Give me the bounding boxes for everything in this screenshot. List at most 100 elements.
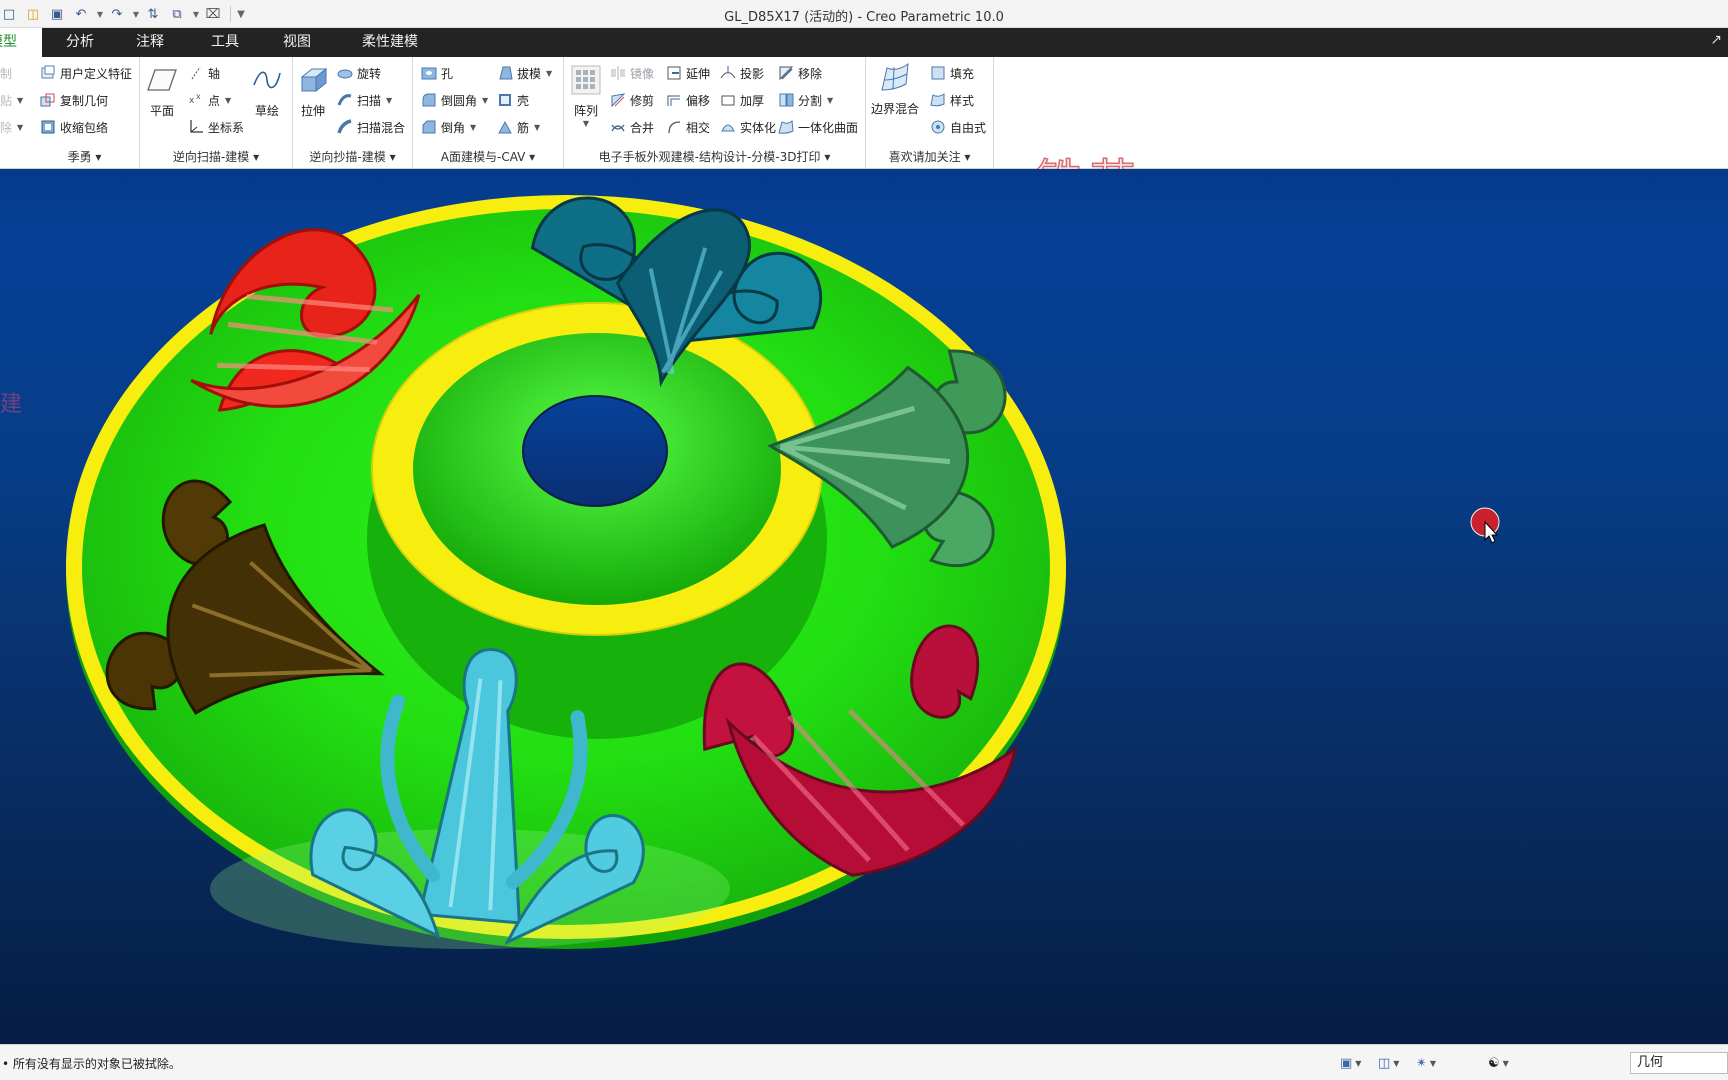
group-shapes: 拉伸 旋转 扫描 ▼ 扫描混合 逆向抄描-建模 ▾ bbox=[293, 57, 413, 169]
offset-button[interactable]: 偏移 bbox=[666, 89, 710, 111]
ribbon-tab-bar: 模型 分析 注释 工具 视图 柔性建模 ↗ bbox=[0, 28, 1728, 57]
group-label-surfaces[interactable]: 喜欢请加关注 ▾ bbox=[866, 148, 993, 165]
trim-button[interactable]: 修剪 bbox=[610, 89, 654, 111]
windows-dropdown-icon[interactable]: ▼ bbox=[192, 4, 200, 24]
datum-display-icon[interactable]: ✴ ▼ bbox=[1416, 1053, 1436, 1073]
sweep-button[interactable]: 扫描 ▼ bbox=[337, 89, 392, 111]
new-icon[interactable]: □ bbox=[0, 4, 18, 24]
rib-icon bbox=[497, 119, 513, 135]
tab-model[interactable]: 模型 bbox=[0, 28, 42, 57]
merge-button[interactable]: 合并 bbox=[610, 116, 654, 138]
close-window-icon[interactable]: ⌧ bbox=[204, 4, 222, 24]
merge-icon bbox=[610, 119, 626, 135]
csys-icon bbox=[188, 119, 204, 135]
tab-annotate[interactable]: 注释 bbox=[128, 28, 172, 57]
extrude-button[interactable]: 拉伸 bbox=[293, 64, 333, 119]
group-label-editing[interactable]: 电子手板外观建模-结构设计-分模-3D打印 ▾ bbox=[564, 148, 865, 165]
revolve-button[interactable]: 旋转 bbox=[337, 62, 381, 84]
shrinkwrap-icon bbox=[40, 119, 56, 135]
swept-blend-icon bbox=[337, 119, 353, 135]
split-button[interactable]: 分割 ▼ bbox=[778, 89, 833, 111]
status-bar: • 所有没有显示的对象已被拭除。 ▣ ▼ ◫ ▼ ✴ ▼ ☯ ▼ 几何 bbox=[0, 1044, 1728, 1080]
open-icon[interactable]: ◫ bbox=[24, 4, 42, 24]
unify-surfaces-button[interactable]: 一体化曲面 bbox=[778, 116, 858, 138]
coordinate-system-button[interactable]: 坐标系 bbox=[188, 116, 244, 138]
shrinkwrap-button[interactable]: 收缩包络 bbox=[40, 116, 108, 138]
graphics-viewport[interactable]: 建 bbox=[0, 169, 1728, 1044]
extend-icon bbox=[666, 65, 682, 81]
regenerate-icon[interactable]: ⇅ bbox=[144, 4, 162, 24]
svg-text:x: x bbox=[196, 92, 201, 101]
point-button[interactable]: xx 点 ▼ bbox=[188, 89, 231, 111]
undo-icon[interactable]: ↶ bbox=[72, 4, 90, 24]
udf-icon bbox=[40, 65, 56, 81]
shell-button[interactable]: 壳 bbox=[497, 89, 529, 111]
clipped-paste[interactable]: 贴 ▼ bbox=[0, 89, 23, 111]
center-hole bbox=[522, 395, 668, 507]
tab-flexible-modeling[interactable]: 柔性建模 bbox=[350, 28, 430, 57]
freestyle-button[interactable]: 自由式 bbox=[930, 116, 986, 138]
redo-dropdown-icon[interactable]: ▼ bbox=[132, 4, 140, 24]
save-icon[interactable]: ▣ bbox=[48, 4, 66, 24]
project-button[interactable]: 投影 bbox=[720, 62, 764, 84]
group-label-engineering[interactable]: A面建模与-CAV ▾ bbox=[413, 148, 563, 165]
copy-geometry-button[interactable]: 复制几何 bbox=[40, 89, 108, 111]
hole-button[interactable]: 孔 bbox=[421, 62, 453, 84]
fill-button[interactable]: 填充 bbox=[930, 62, 974, 84]
mirror-button[interactable]: 镜像 bbox=[610, 62, 654, 84]
group-label-shapes[interactable]: 逆向抄描-建模 ▾ bbox=[293, 148, 412, 165]
selection-filter-dropdown[interactable]: 几何 bbox=[1630, 1052, 1728, 1074]
point-icon: xx bbox=[188, 92, 204, 108]
tab-tools[interactable]: 工具 bbox=[203, 28, 247, 57]
redo-icon[interactable]: ↷ bbox=[108, 4, 126, 24]
boundary-blend-button[interactable]: 边界混合 bbox=[870, 62, 920, 117]
extend-button[interactable]: 延伸 bbox=[666, 62, 710, 84]
project-icon bbox=[720, 65, 736, 81]
intersect-icon bbox=[666, 119, 682, 135]
plane-button[interactable]: 平面 bbox=[142, 64, 182, 119]
axis-button[interactable]: 轴 bbox=[188, 62, 220, 84]
group-surfaces: 边界混合 填充 样式 自由式 喜欢请加关注 ▾ bbox=[866, 57, 994, 169]
tab-view[interactable]: 视图 bbox=[275, 28, 319, 57]
swept-blend-button[interactable]: 扫描混合 bbox=[337, 116, 405, 138]
view-orientation-icon[interactable]: ◫ ▼ bbox=[1378, 1053, 1399, 1073]
extrude-icon bbox=[297, 64, 329, 96]
group-editing: 阵列 ▼ 镜像 延伸 投影 移除 修剪 偏移 加厚 分割 ▼ 合并 相交 实体化… bbox=[564, 57, 866, 169]
offset-icon bbox=[666, 92, 682, 108]
pattern-button[interactable]: 阵列 ▼ bbox=[566, 64, 606, 128]
ribbon-minimize-icon[interactable]: ↗ bbox=[1710, 32, 1722, 48]
intersect-button[interactable]: 相交 bbox=[666, 116, 710, 138]
style-button[interactable]: 样式 bbox=[930, 89, 974, 111]
clipped-delete[interactable]: 除 ▼ bbox=[0, 116, 23, 138]
revolve-icon bbox=[337, 65, 353, 81]
display-style-icon[interactable]: ▣ ▼ bbox=[1340, 1053, 1361, 1073]
freestyle-icon bbox=[930, 119, 946, 135]
tab-analysis[interactable]: 分析 bbox=[58, 28, 102, 57]
group-label-datum[interactable]: 逆向扫描-建模 ▾ bbox=[140, 148, 292, 165]
rib-button[interactable]: 筋 ▼ bbox=[497, 116, 540, 138]
find-icon[interactable]: ☯ ▼ bbox=[1488, 1053, 1509, 1073]
group-label-operations[interactable]: 季勇 ▾ bbox=[30, 148, 139, 165]
status-message: • 所有没有显示的对象已被拭除。 bbox=[2, 1057, 181, 1071]
user-defined-feature-button[interactable]: 用户定义特征 bbox=[40, 62, 132, 84]
chamfer-button[interactable]: 倒角 ▼ bbox=[421, 116, 476, 138]
svg-text:x: x bbox=[189, 96, 195, 106]
draft-button[interactable]: 拔模 ▼ bbox=[497, 62, 552, 84]
round-button[interactable]: 倒圆角 ▼ bbox=[421, 89, 488, 111]
sketch-icon bbox=[251, 64, 283, 96]
remove-button[interactable]: 移除 bbox=[778, 62, 822, 84]
customize-icon[interactable]: ▼ bbox=[237, 4, 245, 24]
undo-dropdown-icon[interactable]: ▼ bbox=[96, 4, 104, 24]
axis-icon bbox=[188, 65, 204, 81]
fill-icon bbox=[930, 65, 946, 81]
thicken-button[interactable]: 加厚 bbox=[720, 89, 764, 111]
quick-access-toolbar: □ ◫ ▣ ↶ ▼ ↷ ▼ ⇅ ⧉ ▼ ⌧ ▼ bbox=[0, 3, 249, 25]
boundary-blend-icon bbox=[879, 62, 911, 94]
toolbar-separator bbox=[230, 6, 231, 22]
sketch-button[interactable]: 草绘 bbox=[247, 64, 287, 119]
style-icon bbox=[930, 92, 946, 108]
windows-icon[interactable]: ⧉ bbox=[168, 4, 186, 24]
clipped-copy[interactable]: 制 bbox=[0, 62, 12, 84]
trim-icon bbox=[610, 92, 626, 108]
solidify-button[interactable]: 实体化 bbox=[720, 116, 776, 138]
